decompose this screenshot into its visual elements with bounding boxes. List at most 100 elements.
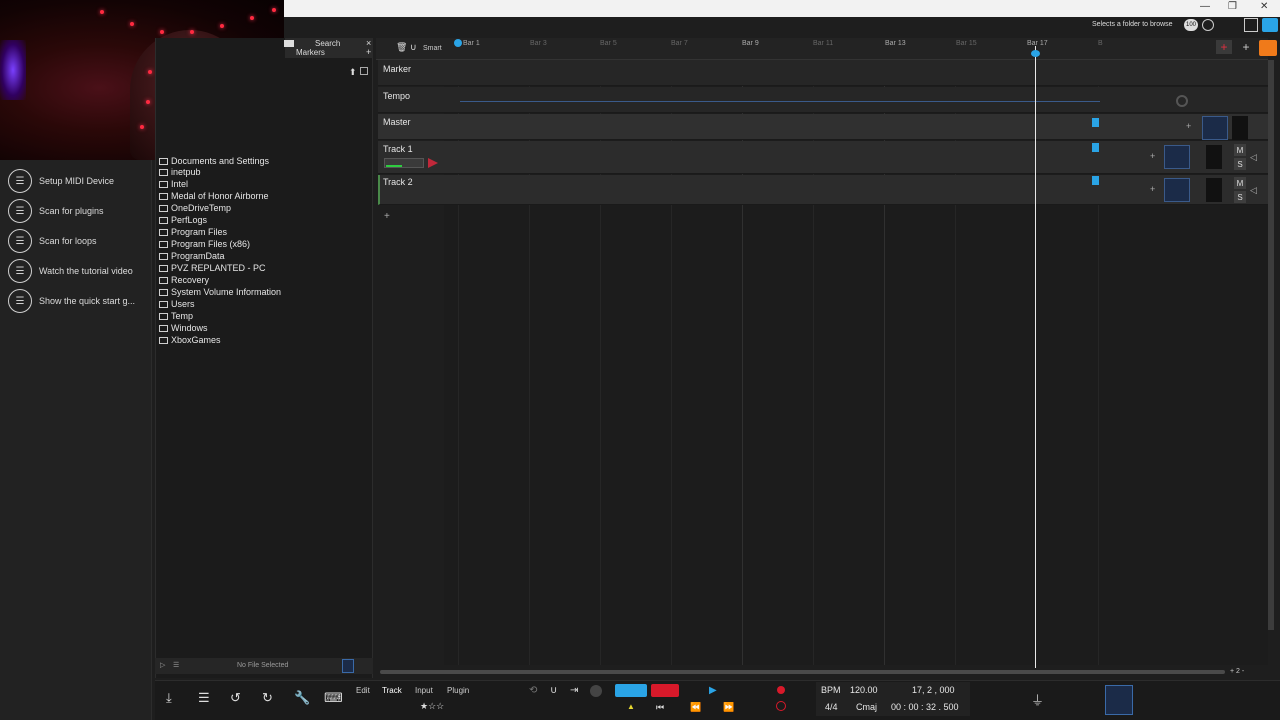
plugin-slot[interactable] <box>1164 178 1190 202</box>
menu-track[interactable]: Track <box>382 686 402 695</box>
marker-track[interactable] <box>378 60 1268 86</box>
folder-item[interactable]: ProgramData <box>159 250 225 262</box>
view-icon[interactable] <box>1262 18 1278 32</box>
tab-markers[interactable]: Markers <box>296 48 325 57</box>
record-mode-toggle[interactable] <box>651 684 679 697</box>
tempo-track[interactable] <box>378 87 1268 113</box>
trash-icon[interactable]: 🗑 <box>396 42 407 53</box>
speaker-icon[interactable]: ◁ <box>1250 185 1257 196</box>
fast-forward-icon[interactable]: ⏩ <box>723 702 734 713</box>
loop-toggle[interactable] <box>615 684 647 697</box>
add-plugin-icon[interactable]: + <box>1186 121 1191 131</box>
go-start-icon[interactable]: ⏮ <box>656 702 664 713</box>
menu-plugin[interactable]: Plugin <box>447 686 469 695</box>
close-icon[interactable]: ✕ <box>1260 1 1268 12</box>
folder-item[interactable]: inetpub <box>159 166 201 178</box>
add-tab-icon[interactable]: + <box>366 47 371 57</box>
star-rating-icon[interactable]: ★☆☆ <box>420 701 444 712</box>
plugin-slot[interactable] <box>1164 145 1190 169</box>
folder-item[interactable]: Windows <box>159 322 208 334</box>
key-signature[interactable]: Cmaj <box>856 702 877 712</box>
browse-hint: Selects a folder to browse <box>1092 21 1173 28</box>
tab-search[interactable]: Search <box>315 39 340 48</box>
expand-icon[interactable] <box>1244 18 1258 32</box>
playhead-marker[interactable] <box>1031 50 1040 57</box>
bpm-value[interactable]: 120.00 <box>850 685 878 695</box>
add-icon[interactable]: + <box>1238 40 1254 54</box>
menu-input[interactable]: Input <box>415 686 433 695</box>
tutorial-video-item[interactable]: ☰ Watch the tutorial video <box>8 258 133 284</box>
track-2[interactable] <box>378 175 1268 205</box>
folder-item[interactable]: OneDriveTemp <box>159 202 231 214</box>
zoom-badge[interactable]: 100 <box>1184 19 1198 31</box>
metronome-icon[interactable] <box>590 685 602 697</box>
record-arm-icon[interactable] <box>428 158 438 168</box>
add-marker-icon[interactable]: + <box>1216 40 1232 54</box>
quick-start-item[interactable]: ☰ Show the quick start g... <box>8 288 135 314</box>
position-value[interactable]: 17, 2 , 000 <box>912 685 955 695</box>
solo-button[interactable]: S <box>1234 158 1246 170</box>
speaker-icon[interactable]: ◁ <box>1250 152 1257 163</box>
brand-logo-icon[interactable] <box>1259 40 1277 56</box>
time-signature[interactable]: 4/4 <box>825 702 838 712</box>
automation-icon[interactable] <box>1092 118 1099 127</box>
track-1[interactable] <box>378 141 1268 174</box>
tempo-knob-icon[interactable] <box>1176 95 1188 107</box>
folder-item[interactable]: Intel <box>159 178 188 190</box>
undo-icon[interactable]: ↺ <box>230 690 241 706</box>
folder-item[interactable]: Temp <box>159 310 193 322</box>
folder-item[interactable]: PVZ REPLANTED - PC <box>159 262 266 274</box>
zoom-control[interactable]: + 2 - <box>1230 668 1244 675</box>
play-preview-icon[interactable]: ▷ <box>160 661 165 669</box>
snap-icon[interactable]: ∪ <box>550 685 557 696</box>
settings-icon[interactable] <box>1202 19 1214 31</box>
rewind-icon[interactable]: ⏪ <box>690 702 701 713</box>
record-icon[interactable] <box>777 686 785 694</box>
play-icon[interactable]: ▶ <box>709 685 717 696</box>
maximize-icon[interactable]: ❐ <box>1228 1 1237 12</box>
plugin-slot[interactable] <box>1202 116 1228 140</box>
vertical-scrollbar[interactable] <box>1268 60 1274 630</box>
export-icon[interactable]: ⤓ <box>166 690 172 706</box>
punch-icon[interactable]: ⇥ <box>570 685 578 696</box>
loop-icon[interactable]: ⟲ <box>529 685 537 696</box>
folder-item[interactable]: Users <box>159 298 195 310</box>
automation-icon[interactable] <box>1092 176 1099 185</box>
setup-midi-item[interactable]: ☰ Setup MIDI Device <box>8 168 114 194</box>
scan-plugins-item[interactable]: ☰ Scan for plugins <box>8 198 104 224</box>
wrench-icon[interactable]: 🔧 <box>294 690 310 706</box>
folder-item[interactable]: Medal of Honor Airborne <box>159 190 269 202</box>
folder-item[interactable]: PerfLogs <box>159 214 207 226</box>
redo-icon[interactable]: ↻ <box>262 690 273 706</box>
folder-item[interactable]: XboxGames <box>159 334 221 346</box>
horizontal-scrollbar[interactable] <box>380 670 1225 674</box>
smart-label[interactable]: Smart <box>423 45 442 52</box>
time-value[interactable]: 00 : 00 : 32 . 500 <box>891 702 959 712</box>
menu-edit[interactable]: Edit <box>356 686 370 695</box>
playhead[interactable] <box>1035 46 1036 668</box>
magnet-icon[interactable]: ∪ <box>410 42 417 53</box>
scan-loops-item[interactable]: ☰ Scan for loops <box>8 228 97 254</box>
folder-item[interactable]: Program Files <box>159 226 227 238</box>
folder-item[interactable]: Program Files (x86) <box>159 238 250 250</box>
master-track[interactable] <box>378 114 1268 140</box>
plug-icon[interactable]: ⏚ <box>1031 690 1044 709</box>
folder-item[interactable]: Recovery <box>159 274 209 286</box>
automation-icon[interactable] <box>1092 143 1099 152</box>
stop-icon[interactable] <box>776 701 786 711</box>
solo-button[interactable]: S <box>1234 191 1246 203</box>
add-plugin-icon[interactable]: + <box>1150 184 1155 194</box>
keyboard-icon[interactable]: ⌨ <box>324 690 343 706</box>
menu-icon[interactable]: ☰ <box>198 690 210 706</box>
add-track-button[interactable]: + <box>384 211 390 222</box>
minimize-icon[interactable]: — <box>1200 1 1210 12</box>
loop-start-marker[interactable] <box>454 39 462 47</box>
bar-label: Bar 1 <box>463 40 480 47</box>
mute-button[interactable]: M <box>1234 177 1246 189</box>
mute-button[interactable]: M <box>1234 144 1246 156</box>
list-icon[interactable]: ☰ <box>173 661 179 669</box>
add-plugin-icon[interactable]: + <box>1150 151 1155 161</box>
folder-item[interactable]: System Volume Information <box>159 286 281 298</box>
up-folder-icon[interactable]: ⬆ <box>349 67 357 78</box>
folder-view-icon[interactable] <box>360 67 368 75</box>
